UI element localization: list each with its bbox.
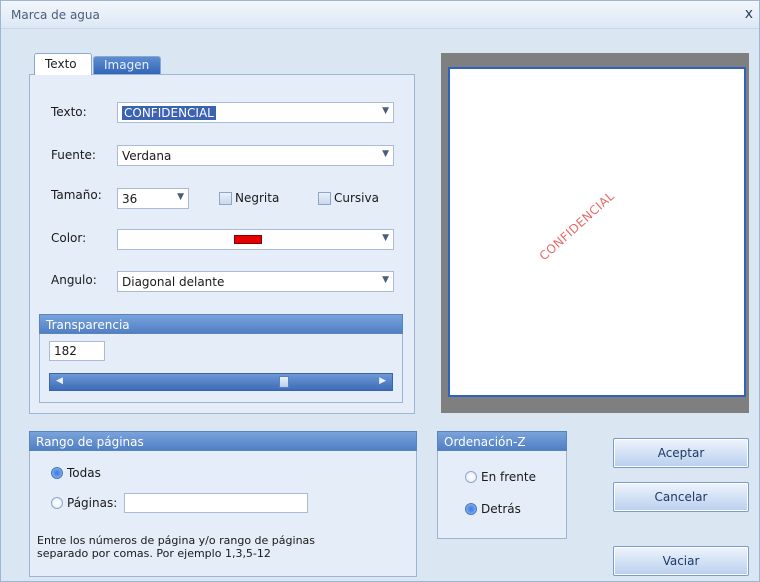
color-label: Color:	[51, 231, 87, 245]
color-combo[interactable]: ▼	[117, 229, 394, 250]
fuente-combo[interactable]: Verdana ▼	[117, 145, 394, 166]
chevron-down-icon[interactable]: ▼	[382, 106, 389, 116]
radio-dot[interactable]	[51, 497, 63, 509]
paginas-radio[interactable]: Páginas:	[51, 496, 117, 510]
cursiva-checkbox[interactable]: Cursiva	[318, 191, 379, 205]
chevron-down-icon[interactable]: ▼	[177, 192, 184, 202]
slider-thumb[interactable]	[278, 376, 289, 388]
vaciar-button[interactable]: Vaciar	[613, 546, 749, 576]
detras-label: Detrás	[481, 502, 521, 516]
rango-header: Rango de páginas	[29, 431, 417, 451]
angulo-combo[interactable]: Diagonal delante ▼	[117, 271, 394, 292]
title-bar: Marca de agua x	[1, 1, 759, 29]
tamano-combo[interactable]: 36 ▼	[117, 188, 189, 209]
paginas-input[interactable]	[124, 493, 308, 513]
tamano-label: Tamaño:	[51, 188, 102, 202]
radio-dot[interactable]	[465, 471, 477, 483]
radio-dot[interactable]	[465, 503, 477, 515]
radio-dot[interactable]	[51, 467, 63, 479]
aceptar-button[interactable]: Aceptar	[613, 438, 749, 468]
tab-imagen[interactable]: Imagen	[93, 56, 161, 75]
slider-right-arrow-icon[interactable]: ▶	[379, 376, 386, 386]
angulo-label: Angulo:	[51, 273, 97, 287]
preview-page: CONFIDENCIAL	[448, 67, 746, 397]
detras-radio[interactable]: Detrás	[465, 502, 521, 516]
ordenacion-header: Ordenación-Z	[437, 431, 567, 451]
transparencia-header: Transparencia	[39, 314, 403, 334]
close-icon[interactable]: x	[745, 6, 753, 22]
checkbox-box[interactable]	[318, 191, 331, 205]
ordenacion-group	[437, 451, 567, 539]
texto-combo[interactable]: CONFIDENCIAL ▼	[117, 102, 394, 123]
chevron-down-icon[interactable]: ▼	[382, 149, 389, 159]
cancelar-button[interactable]: Cancelar	[613, 482, 749, 512]
slider-left-arrow-icon[interactable]: ◀	[56, 376, 63, 386]
fuente-value: Verdana	[122, 149, 172, 163]
texto-label: Texto:	[51, 105, 87, 119]
fuente-label: Fuente:	[51, 148, 96, 162]
todas-label: Todas	[67, 466, 101, 480]
todas-radio[interactable]: Todas	[51, 466, 101, 480]
tamano-value: 36	[122, 192, 138, 206]
transparencia-input[interactable]: 182	[49, 341, 105, 361]
transparencia-slider[interactable]: ◀ ▶	[49, 373, 393, 391]
help-line-2: separado por comas. Por ejemplo 1,3,5-12	[37, 547, 271, 560]
checkbox-box[interactable]	[219, 191, 232, 205]
help-line-1: Entre los números de página y/o rango de…	[37, 534, 316, 547]
watermark-dialog: Marca de agua x Texto Imagen Texto: CONF…	[0, 0, 760, 582]
texto-value: CONFIDENCIAL	[122, 106, 216, 120]
watermark-preview-text: CONFIDENCIAL	[536, 188, 618, 264]
en-frente-label: En frente	[481, 470, 536, 484]
dialog-title: Marca de agua	[11, 8, 100, 22]
chevron-down-icon[interactable]: ▼	[382, 233, 389, 243]
negrita-checkbox[interactable]: Negrita	[219, 191, 279, 205]
cursiva-label: Cursiva	[334, 191, 379, 205]
paginas-label: Páginas:	[67, 496, 118, 510]
color-swatch	[234, 235, 262, 244]
en-frente-radio[interactable]: En frente	[465, 470, 536, 484]
negrita-label: Negrita	[235, 191, 280, 205]
chevron-down-icon[interactable]: ▼	[382, 275, 389, 285]
angulo-value: Diagonal delante	[122, 275, 225, 289]
rango-help-text: Entre los números de página y/o rango de…	[37, 534, 397, 560]
tab-texto[interactable]: Texto	[34, 53, 92, 75]
